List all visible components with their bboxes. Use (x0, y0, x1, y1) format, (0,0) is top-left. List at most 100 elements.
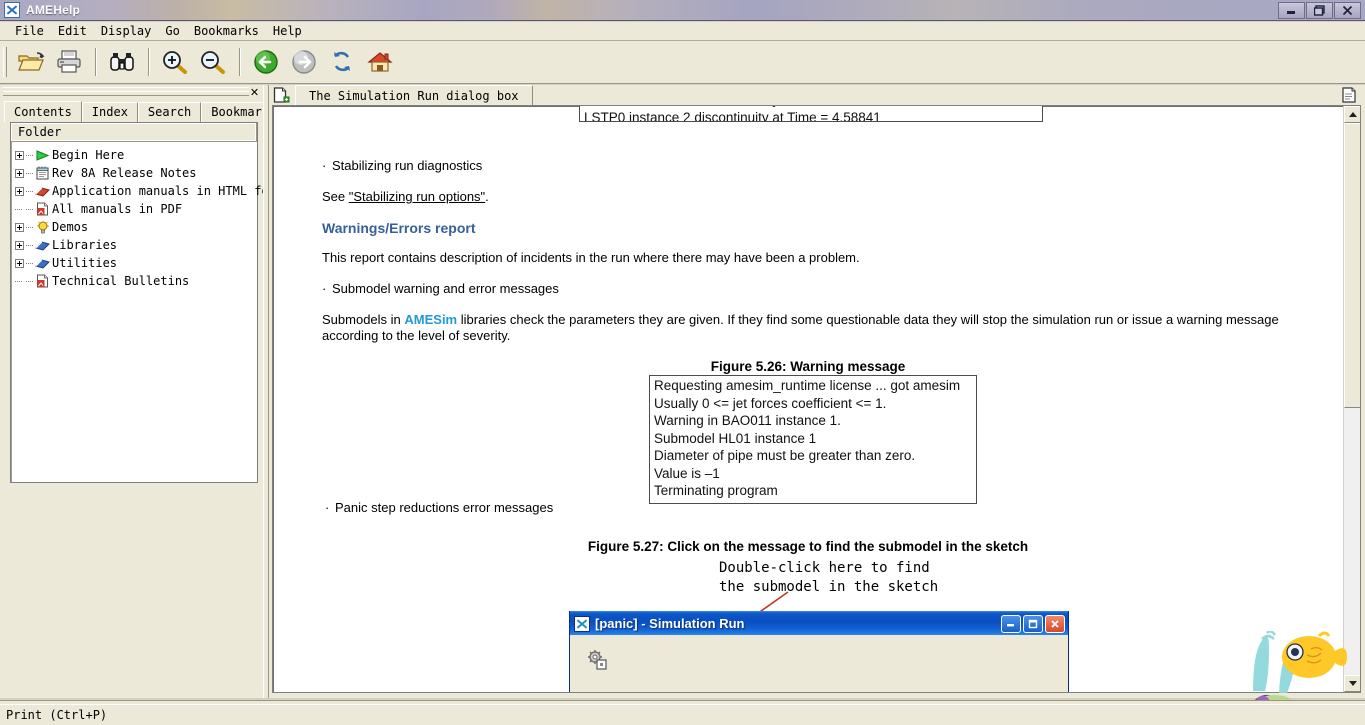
notepad-icon (34, 166, 51, 181)
tree-item-demos[interactable]: Demos (15, 218, 257, 236)
back-arrow-icon[interactable] (247, 44, 285, 80)
toolbar-separator (239, 48, 240, 76)
bullet-submodel-warning-error-messages: Submodel warning and error messages (322, 281, 1303, 297)
window-controls (1278, 1, 1365, 19)
warning-line: Diameter of pipe must be greater than ze… (654, 448, 916, 463)
figure-526-caption: Figure 5.26: Warning message (710, 359, 906, 374)
lightbulb-icon (34, 220, 51, 235)
see-suffix: . (485, 189, 489, 204)
warning-line: Value is –1 (654, 465, 720, 481)
amesim-icon (4, 2, 20, 18)
scroll-thumb[interactable] (1344, 123, 1360, 408)
see-stabilizing-run-options: See "Stabilizing run options". (322, 189, 1303, 205)
open-folder-icon[interactable] (12, 44, 50, 80)
tree-item-label: Application manuals in HTML format (52, 184, 298, 198)
tree-item-all-manuals-pdf[interactable]: All manuals in PDF (15, 200, 257, 218)
expand-icon[interactable] (15, 222, 24, 232)
see-prefix: See (322, 189, 349, 204)
expand-icon[interactable] (15, 150, 24, 160)
navigation-pane: ✕ Contents Index Search Bookmarks Folder… (0, 85, 298, 698)
tree-item-application-manuals-html[interactable]: Application manuals in HTML format (15, 182, 298, 200)
dialog-maximize-button[interactable] (1023, 614, 1043, 633)
blue-book-icon (34, 238, 51, 253)
new-page-icon[interactable] (273, 87, 291, 103)
forward-arrow-icon[interactable] (285, 44, 323, 80)
expand-icon[interactable] (15, 258, 24, 268)
document-scrollbar[interactable] (1343, 106, 1360, 692)
scroll-down-button[interactable] (1344, 675, 1360, 692)
expand-icon[interactable] (15, 168, 24, 178)
section-heading-warnings-errors: Warnings/Errors report (322, 220, 476, 236)
expand-icon[interactable] (15, 186, 24, 196)
tree-connector (26, 262, 33, 264)
expand-icon[interactable] (15, 240, 24, 250)
minimize-button[interactable] (1278, 1, 1305, 19)
tree-connector (26, 208, 33, 210)
find-binoculars-icon[interactable] (103, 44, 141, 80)
warning-line: Warning in BAO011 instance 1. (654, 413, 841, 428)
green-play-icon (34, 148, 51, 163)
dialog-close-button[interactable] (1045, 614, 1065, 633)
tab-contents[interactable]: Contents (4, 101, 82, 122)
refresh-sync-icon[interactable] (323, 44, 361, 80)
tree-connector (26, 244, 33, 246)
dialog-minimize-button[interactable] (1001, 614, 1021, 633)
gear-page-icon[interactable] (586, 649, 610, 671)
toolbar-separator (95, 48, 96, 76)
window-title-bar[interactable]: AMEHelp (0, 0, 1365, 21)
scroll-up-button[interactable] (1344, 106, 1360, 123)
warning-message-box: Requesting amesim_runtime license ... go… (649, 375, 977, 504)
document-viewport: MAS005 instance 1 discontinuity at Time … (272, 105, 1361, 693)
tree-item-libraries[interactable]: Libraries (15, 236, 257, 254)
zoom-out-icon[interactable] (194, 44, 232, 80)
tab-search[interactable]: Search (137, 102, 202, 122)
tree-connector (26, 226, 33, 228)
menu-edit[interactable]: Edit (51, 23, 94, 39)
page-properties-icon[interactable] (1341, 87, 1359, 103)
nav-tab-strip: Contents Index Search Bookmarks (4, 101, 287, 122)
tree-connector (26, 280, 33, 282)
simulation-run-dialog: [panic] - Simulation Run (569, 611, 1069, 692)
toolbar-grip[interactable] (3, 47, 7, 77)
paragraph-submodels-libraries: Submodels in AMESim libraries check the … (322, 312, 1284, 344)
status-grip (3, 694, 803, 699)
zoom-in-icon[interactable] (156, 44, 194, 80)
document-tab-bar: The Simulation Run dialog box (269, 85, 1365, 105)
tree-item-rev-8a-release-notes[interactable]: Rev 8A Release Notes (15, 164, 257, 182)
contents-tree-panel: Folder Begin Here Rev 8A Release Notes A… (10, 122, 298, 483)
tree-item-utilities[interactable]: Utilities (15, 254, 257, 272)
tree-item-begin-here[interactable]: Begin Here (15, 146, 257, 164)
paragraph-report-description: This report contains description of inci… (322, 250, 860, 265)
maximize-button[interactable] (1306, 1, 1333, 19)
tree-connector (26, 172, 33, 174)
dialog-title-bar[interactable]: [panic] - Simulation Run (570, 611, 1068, 635)
bullet-panic-step-reductions: Panic step reductions error messages (325, 500, 553, 516)
menu-help[interactable]: Help (266, 23, 309, 39)
close-icon[interactable]: ✕ (248, 86, 261, 99)
menu-bar: File Edit Display Go Bookmarks Help (0, 22, 1365, 41)
tree-item-label: Libraries (52, 238, 118, 252)
annotation-line-1: Double-click here to find (719, 560, 930, 576)
tab-index[interactable]: Index (81, 102, 138, 122)
status-text: Print (Ctrl+P) (6, 708, 108, 722)
pdf-icon (34, 274, 51, 289)
tree-item-label: Technical Bulletins (52, 274, 190, 288)
document-tab[interactable]: The Simulation Run dialog box (295, 85, 533, 105)
status-bar: Print (Ctrl+P) (0, 704, 1365, 725)
stabilizing-run-options-link[interactable]: "Stabilizing run options" (349, 189, 485, 204)
blue-book-icon (34, 256, 51, 271)
menu-file[interactable]: File (8, 23, 51, 39)
home-icon[interactable] (361, 44, 399, 80)
content-pane: The Simulation Run dialog box MAS005 ins… (269, 85, 1365, 698)
tree-item-label: Rev 8A Release Notes (52, 166, 197, 180)
menu-display[interactable]: Display (94, 23, 159, 39)
menu-go[interactable]: Go (158, 23, 186, 39)
close-button[interactable] (1334, 1, 1361, 19)
menu-bookmarks[interactable]: Bookmarks (187, 23, 266, 39)
warning-line: Requesting amesim_runtime license ... go… (654, 378, 961, 393)
tree-column-header[interactable]: Folder (11, 123, 257, 142)
tree-item-technical-bulletins[interactable]: Technical Bulletins (15, 272, 257, 290)
print-icon[interactable] (50, 44, 88, 80)
dialog-title: [panic] - Simulation Run (595, 616, 745, 631)
nav-pane-grip[interactable] (3, 87, 249, 96)
